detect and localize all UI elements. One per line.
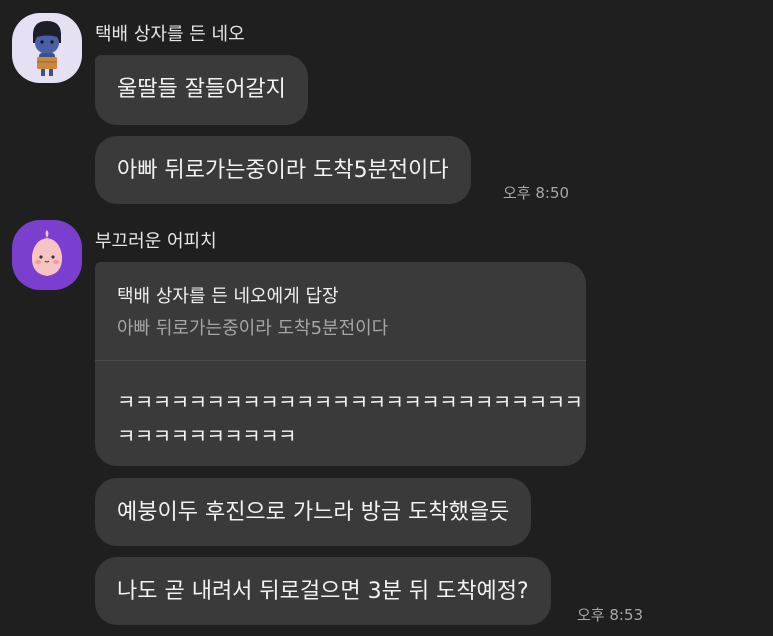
- reply-to-label: 택배 상자를 든 네오에게 답장: [117, 286, 339, 307]
- reply-body: ㅋㅋㅋㅋㅋㅋㅋㅋㅋㅋㅋㅋㅋㅋㅋㅋㅋㅋㅋㅋㅋㅋㅋㅋㅋㅋ ㅋㅋㅋㅋㅋㅋㅋㅋㅋㅋ: [95, 361, 586, 471]
- neo-timestamp: 오후 8:50: [503, 184, 570, 202]
- apeach-message-2[interactable]: 예붕이두 후진으로 가느라 방금 도착했을듯: [95, 478, 532, 546]
- neo-character-icon: [12, 13, 82, 83]
- reply-bubble[interactable]: 택배 상자를 든 네오에게 답장 아빠 뒤로가는중이라 도착5분전이다 ㅋㅋㅋㅋ…: [95, 262, 586, 466]
- apeach-avatar[interactable]: [12, 220, 82, 290]
- apeach-message-3[interactable]: 나도 곧 내려서 뒤로걸으면 3분 뒤 도착예정?: [95, 557, 551, 625]
- neo-message-1[interactable]: 울딸들 잘들어갈지: [95, 55, 308, 125]
- apeach-sender-name: 부끄러운 어피치: [95, 231, 217, 252]
- quoted-message[interactable]: 아빠 뒤로가는중이라 도착5분전이다: [117, 316, 564, 342]
- reply-body-line-1: ㅋㅋㅋㅋㅋㅋㅋㅋㅋㅋㅋㅋㅋㅋㅋㅋㅋㅋㅋㅋㅋㅋㅋㅋㅋㅋ: [117, 390, 583, 414]
- neo-message-2[interactable]: 아빠 뒤로가는중이라 도착5분전이다: [95, 136, 471, 204]
- apeach-timestamp: 오후 8:53: [577, 606, 644, 624]
- reply-body-line-2: ㅋㅋㅋㅋㅋㅋㅋㅋㅋㅋ: [117, 424, 297, 448]
- neo-avatar[interactable]: [12, 13, 82, 83]
- neo-sender-name: 택배 상자를 든 네오: [95, 24, 245, 45]
- apeach-character-icon: [12, 220, 82, 290]
- reply-header[interactable]: 택배 상자를 든 네오에게 답장 아빠 뒤로가는중이라 도착5분전이다: [95, 262, 586, 360]
